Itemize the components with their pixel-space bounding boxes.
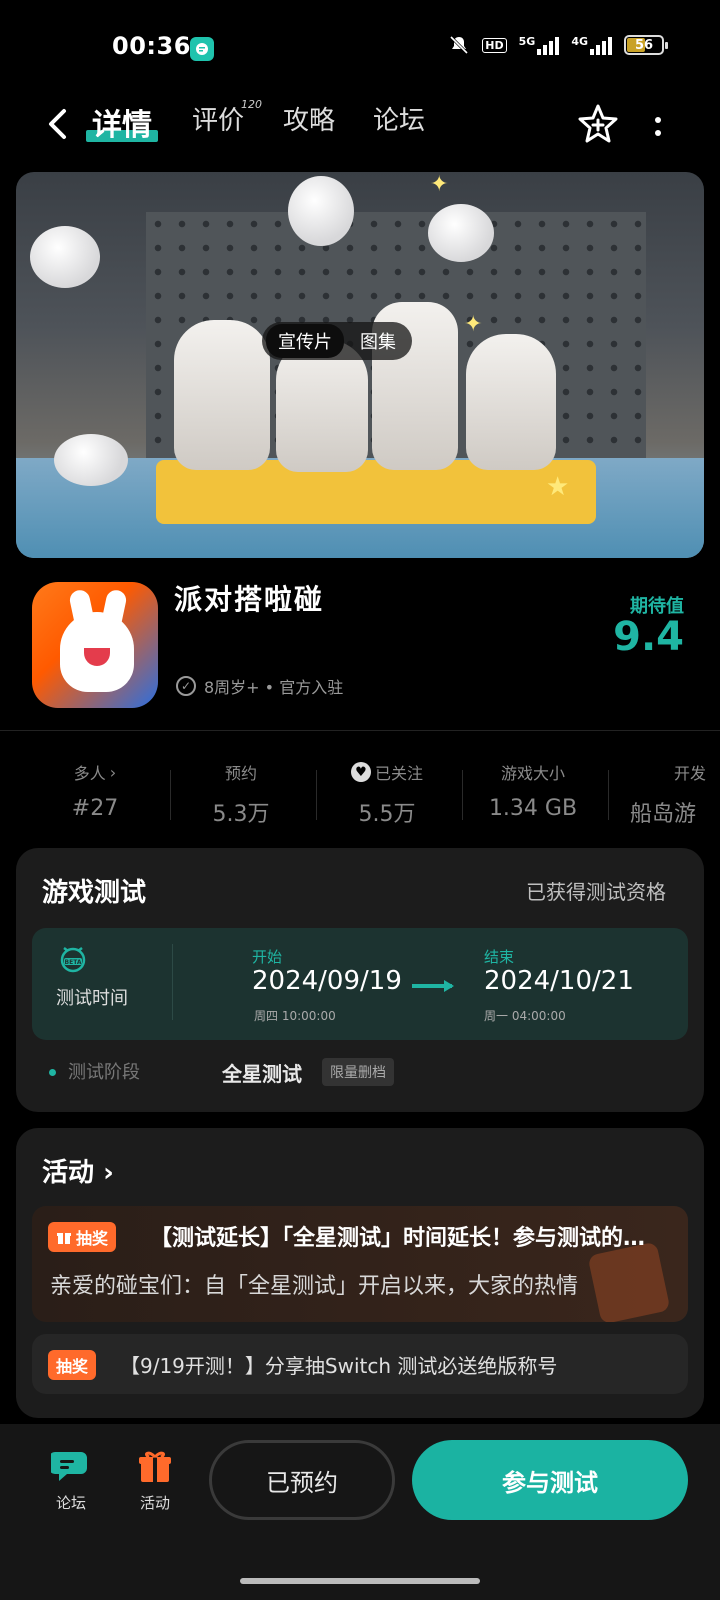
test-qualified-status: 已获得测试资格 [526,880,666,904]
stat-multiplayer[interactable]: 多人 › #27 [22,760,168,822]
bullet-dot [49,1069,56,1076]
join-test-button[interactable]: 参与测试 [412,1440,688,1520]
lottery-badge: 抽奖 [48,1350,97,1380]
back-button[interactable] [38,104,78,144]
tab-forum[interactable]: 论坛 [373,100,425,137]
more-icon [655,116,661,123]
game-tags: ✓ 8周岁+ • 官方入驻 [176,674,343,698]
arrow-right-icon [412,980,454,992]
start-weekday-time: 周四 10:00:00 [254,1009,336,1023]
test-stage-badge: 限量删档 [322,1058,394,1086]
activity-item-title: 【测试延长】「全星测试」时间延长！参与测试的碰宝们 [150,1226,666,1251]
status-indicators: HD 5G 4G 56 [448,34,668,56]
media-toggle[interactable]: 宣传片 图集 [262,322,412,360]
gift-icon [139,1451,171,1482]
divider [0,730,720,731]
star-plus-icon [578,104,618,143]
game-icon [32,582,158,708]
check-circle-icon: ✓ [176,676,196,696]
tab-reviews[interactable]: 评价 [192,100,244,137]
start-label: 开始 [252,948,283,966]
tab-details[interactable]: 详情 [86,100,158,144]
beta-alarm-icon: BETA [58,944,88,974]
more-button[interactable] [650,108,666,144]
back-icon [49,109,66,139]
test-stage-value: 全星测试 [222,1062,302,1086]
chat-notification-icon [190,37,214,61]
activity-nav-button[interactable]: 活动 [130,1448,180,1513]
test-time-label: 测试时间 [56,988,128,1009]
network-5g: 5G [519,35,560,55]
end-weekday-time: 周一 04:00:00 [484,1009,566,1023]
hero-media[interactable]: ✦ ✦ ★ [16,172,704,558]
game-title: 派对搭啦碰 [174,583,325,616]
stat-developer[interactable]: 开发 船岛游 [630,760,720,828]
home-indicator[interactable] [240,1578,480,1584]
status-time: 00:36 [112,32,191,60]
battery-icon: 56 [624,35,668,55]
activity-title-link[interactable]: 活动 › [42,1152,114,1189]
svg-text:BETA: BETA [65,959,82,966]
stat-followers[interactable]: ♥ 已关注 5.5万 [314,760,460,828]
toggle-trailer[interactable]: 宣传片 [266,324,344,358]
heart-icon: ♥ [350,762,371,782]
start-date: 2024/09/19 [252,966,402,996]
activity-item-desc: 亲爱的碰宝们：自「全星测试」开启以来，大家的热情 [50,1274,579,1299]
review-count: 120 [241,98,262,111]
activity-item-title: 【9/19开测！】分享抽Switch 测试必送绝版称号 [120,1354,558,1378]
tab-guides[interactable]: 攻略 [283,100,335,137]
toggle-gallery[interactable]: 图集 [348,324,408,358]
lottery-badge: 抽奖 [48,1222,117,1252]
expect-score: 9.4 [613,614,684,660]
reserved-button[interactable]: 已预约 [209,1440,395,1520]
chevron-right-icon: › [94,1158,114,1188]
mute-icon [450,35,469,55]
test-stage-label: 测试阶段 [68,1062,140,1083]
hd-icon: HD [482,37,507,53]
forum-icon [49,1452,87,1481]
end-label: 结束 [484,948,515,966]
stat-reservations: 预约 5.3万 [212,764,270,827]
chevron-right-icon: › [109,762,117,782]
test-card-title: 游戏测试 [42,878,147,908]
stat-game-size: 游戏大小 1.34 GB [488,764,578,821]
end-date: 2024/10/21 [484,966,634,996]
gift-icon [57,1233,71,1244]
forum-nav-button[interactable]: 论坛 [46,1448,96,1513]
network-4g: 4G [571,35,612,55]
favorite-button[interactable] [576,102,620,146]
